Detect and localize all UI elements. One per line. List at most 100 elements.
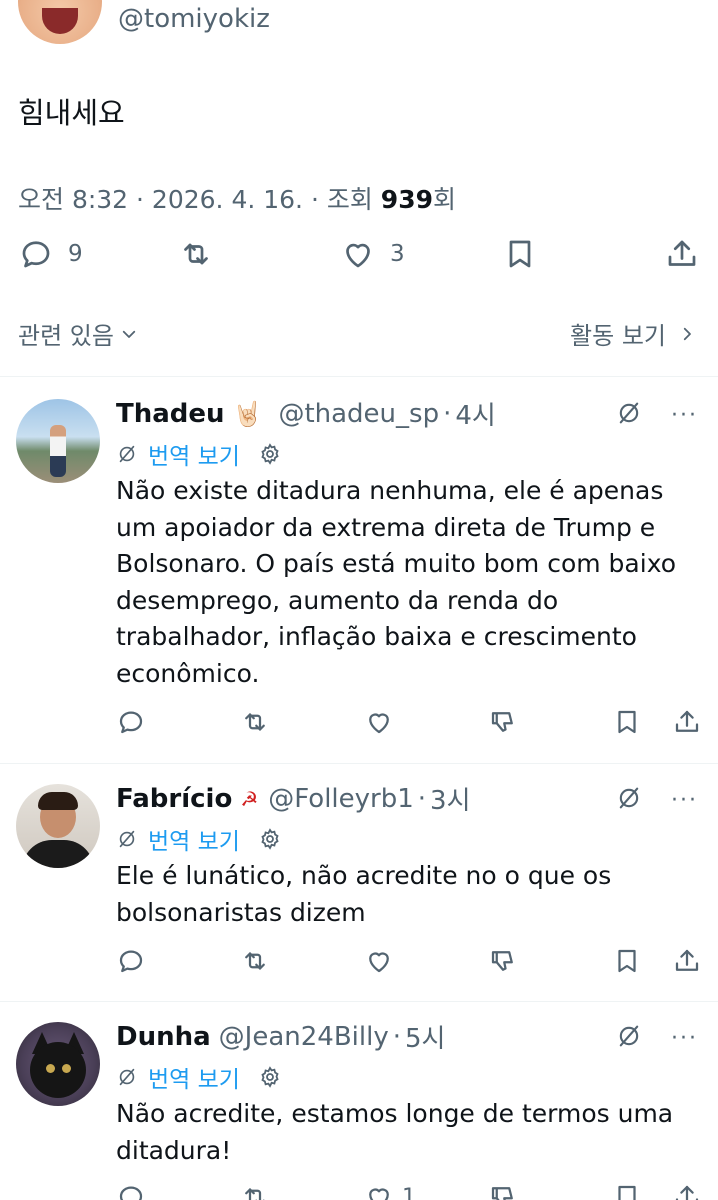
dislike-button[interactable] [488, 946, 518, 976]
reply-action-bar: 1 [116, 1182, 702, 1200]
bookmark-button[interactable] [612, 946, 642, 976]
bookmark-icon [618, 1185, 636, 1200]
share-button[interactable] [672, 1182, 702, 1200]
reply-top-icons: ··· [615, 784, 698, 816]
reply-time[interactable]: 3시 [430, 780, 470, 817]
reply-text: Não acredite, estamos longe de termos um… [116, 1099, 674, 1165]
dislike-button[interactable] [488, 1182, 518, 1200]
like-icon [369, 713, 389, 734]
bookmark-button[interactable] [612, 707, 642, 737]
reply-top-icons: ··· [615, 1022, 698, 1054]
reply-avatar[interactable] [16, 399, 100, 483]
share-icon [675, 1185, 699, 1200]
name-emoji: 🤘🏻 [232, 399, 263, 428]
share-button[interactable] [664, 236, 700, 272]
reply-name[interactable]: Thadeu [116, 399, 225, 429]
bookmark-icon [509, 240, 531, 268]
reply-top-icons: ··· [615, 399, 698, 431]
hide-icon [619, 402, 639, 424]
separator-dot: · [417, 783, 427, 814]
bookmark-icon [618, 949, 636, 973]
hide-button[interactable] [615, 1022, 643, 1054]
translate-row: 번역 보기 [116, 437, 282, 471]
more-icon[interactable]: ··· [671, 788, 698, 813]
reply-handle[interactable]: @Jean24Billy [219, 1022, 389, 1052]
dislike-button[interactable] [488, 707, 518, 737]
like-button[interactable] [364, 707, 402, 737]
retweet-icon [184, 243, 208, 265]
related-label: 관련 있음 [18, 322, 114, 350]
author-handle[interactable]: @tomiyokiz [118, 4, 270, 34]
reply-item[interactable]: Fabrício ☭ @Folleyrb1 · 3시 ··· 번역 보기 Ele… [0, 764, 718, 1001]
reply-button[interactable] [116, 946, 146, 976]
reply-time[interactable]: 4시 [455, 395, 495, 432]
translate-icon [119, 1068, 135, 1086]
retweet-button[interactable] [240, 946, 270, 976]
avatar-figure [50, 425, 66, 477]
view-activity-link[interactable]: 활동 보기 [570, 316, 696, 351]
like-button[interactable] [364, 946, 402, 976]
reply-avatar[interactable] [16, 1022, 100, 1106]
views-suffix: 회 [432, 185, 456, 214]
related-filter[interactable]: 관련 있음 [18, 316, 138, 351]
reply-button[interactable] [116, 1182, 146, 1200]
like-count: 1 [402, 1184, 416, 1200]
tweet-meta: 오전 8:32 · 2026. 4. 16. · 조회 939회 [18, 180, 456, 216]
reply-handle[interactable]: @thadeu_sp [278, 399, 439, 429]
reply-item[interactable]: Thadeu 🤘🏻 @thadeu_sp · 4시 ··· 번역 보기 Não … [0, 377, 718, 763]
reply-item[interactable]: Dunha @Jean24Billy · 5시 ··· 번역 보기 Não ac… [0, 1002, 718, 1200]
reply-name[interactable]: Fabrício [116, 784, 232, 814]
gear-icon[interactable] [258, 442, 282, 466]
reply-header: Thadeu 🤘🏻 @thadeu_sp · 4시 [116, 395, 496, 432]
name-emoji: ☭ [240, 786, 259, 811]
reply-icon [22, 241, 50, 268]
reply-header: Dunha @Jean24Billy · 5시 [116, 1018, 445, 1055]
translate-row: 번역 보기 [116, 822, 282, 856]
hide-icon [619, 1025, 639, 1047]
share-button[interactable] [672, 946, 702, 976]
reply-button[interactable]: 9 [18, 236, 83, 272]
avatar-body [22, 840, 94, 868]
bookmark-icon [618, 710, 636, 734]
like-icon [369, 952, 389, 973]
share-icon [675, 949, 699, 971]
gear-icon[interactable] [258, 827, 282, 851]
retweet-button[interactable] [240, 707, 270, 737]
like-button[interactable]: 1 [364, 1182, 416, 1200]
avatar-cat [30, 1042, 86, 1098]
avatar-hair [38, 792, 78, 810]
reply-button[interactable] [116, 707, 146, 737]
reply-avatar[interactable] [16, 784, 100, 868]
dislike-icon [491, 951, 513, 971]
dislike-icon [491, 712, 513, 732]
translate-row: 번역 보기 [116, 1060, 282, 1094]
retweet-button[interactable] [240, 1182, 270, 1200]
bookmark-button[interactable] [612, 1182, 642, 1200]
like-button[interactable]: 3 [340, 236, 405, 272]
dislike-icon [491, 1187, 513, 1200]
tweet-text: 힘내세요 [18, 96, 125, 130]
translate-link[interactable]: 번역 보기 [148, 822, 240, 856]
hide-button[interactable] [615, 784, 643, 816]
hide-icon [619, 787, 639, 809]
hide-button[interactable] [615, 399, 643, 431]
tweet-views: 939 [380, 185, 433, 214]
share-button[interactable] [672, 707, 702, 737]
translate-icon [119, 445, 135, 463]
bookmark-button[interactable] [502, 236, 538, 272]
reply-name[interactable]: Dunha [116, 1022, 211, 1052]
more-icon[interactable]: ··· [671, 403, 698, 428]
reply-handle[interactable]: @Folleyrb1 [268, 784, 414, 814]
reply-action-bar [116, 707, 702, 741]
more-icon[interactable]: ··· [671, 1026, 698, 1051]
translate-link[interactable]: 번역 보기 [148, 437, 240, 471]
like-icon [369, 1188, 389, 1200]
translate-link[interactable]: 번역 보기 [148, 1060, 240, 1094]
retweet-button[interactable] [178, 236, 214, 272]
retweet-icon [245, 713, 265, 731]
reply-header: Fabrício ☭ @Folleyrb1 · 3시 [116, 780, 471, 817]
gear-icon[interactable] [258, 1065, 282, 1089]
chevron-right-icon [683, 327, 691, 340]
reply-time[interactable]: 5시 [405, 1018, 445, 1055]
author-avatar[interactable] [18, 0, 102, 44]
